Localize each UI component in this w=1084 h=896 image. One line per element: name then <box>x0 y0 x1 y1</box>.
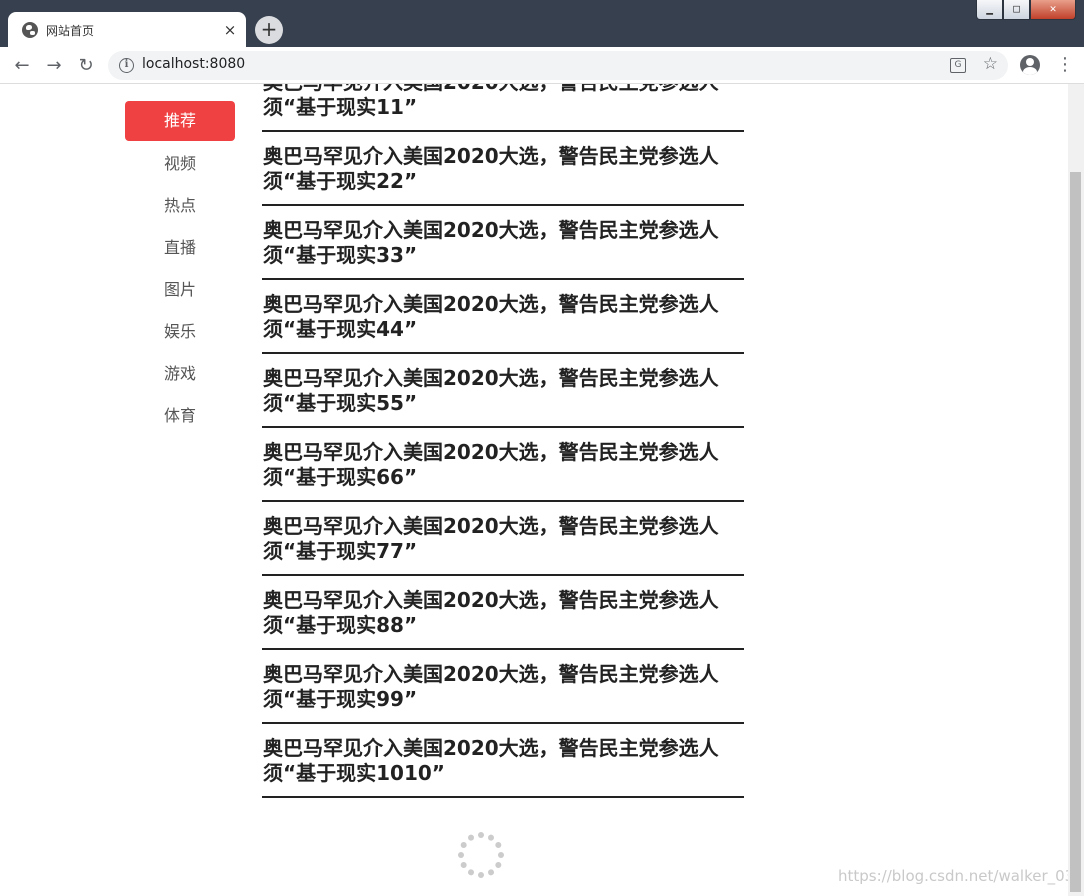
news-item[interactable]: 奥巴马罕见介入美国2020大选，警告民主党参选人须“基于现实55” <box>262 354 744 428</box>
news-item[interactable]: 奥巴马罕见介入美国2020大选，警告民主党参选人须“基于现实1010” <box>262 724 744 798</box>
news-item[interactable]: 奥巴马罕见介入美国2020大选，警告民主党参选人须“基于现实66” <box>262 428 744 502</box>
watermark-text: https://blog.csdn.net/walker_0312 <box>838 867 1068 885</box>
close-tab-icon[interactable]: × <box>218 21 242 39</box>
maximize-button[interactable]: □ <box>1003 0 1030 20</box>
news-headline[interactable]: 奥巴马罕见介入美国2020大选，警告民主党参选人须“基于现实11” <box>262 84 744 120</box>
browser-tab[interactable]: 网站首页 × <box>8 12 246 48</box>
address-bar[interactable]: i localhost:8080 G ☆ <box>108 51 1008 80</box>
nav-item-sports[interactable]: 体育 <box>125 395 235 437</box>
category-nav: 推荐 视频 热点 直播 图片 娱乐 游戏 体育 <box>125 101 235 437</box>
menu-icon[interactable]: ⋮ <box>1056 55 1074 75</box>
nav-item-pictures[interactable]: 图片 <box>125 269 235 311</box>
url-text[interactable]: localhost:8080 <box>142 56 245 72</box>
window-controls: ▁ □ ✕ <box>976 0 1076 20</box>
news-headline[interactable]: 奥巴马罕见介入美国2020大选，警告民主党参选人须“基于现实33” <box>262 218 744 268</box>
globe-icon <box>22 22 38 38</box>
news-headline[interactable]: 奥巴马罕见介入美国2020大选，警告民主党参选人须“基于现实99” <box>262 662 744 712</box>
news-feed: 奥巴马罕见介入美国2020大选，警告民主党参选人须“基于现实11” 奥巴马罕见介… <box>262 84 744 798</box>
back-icon[interactable]: ← <box>9 53 35 79</box>
news-headline[interactable]: 奥巴马罕见介入美国2020大选，警告民主党参选人须“基于现实66” <box>262 440 744 490</box>
nav-item-entertainment[interactable]: 娱乐 <box>125 311 235 353</box>
page-scrollbar[interactable] <box>1068 84 1084 896</box>
nav-item-live[interactable]: 直播 <box>125 227 235 269</box>
nav-item-hot[interactable]: 热点 <box>125 185 235 227</box>
news-item[interactable]: 奥巴马罕见介入美国2020大选，警告民主党参选人须“基于现实88” <box>262 576 744 650</box>
news-item[interactable]: 奥巴马罕见介入美国2020大选，警告民主党参选人须“基于现实22” <box>262 132 744 206</box>
account-icon[interactable] <box>1020 55 1040 75</box>
loading-spinner-icon <box>458 832 504 878</box>
info-icon[interactable]: i <box>119 58 134 73</box>
nav-item-video[interactable]: 视频 <box>125 143 235 185</box>
news-item[interactable]: 奥巴马罕见介入美国2020大选，警告民主党参选人须“基于现实44” <box>262 280 744 354</box>
tab-strip: 网站首页 × + ▁ □ ✕ <box>0 0 1084 48</box>
translate-icon[interactable]: G <box>950 58 966 73</box>
browser-window: 网站首页 × + ▁ □ ✕ ← → ↻ i localhost:8080 G … <box>0 0 1084 896</box>
new-tab-button[interactable]: + <box>255 16 283 44</box>
news-headline[interactable]: 奥巴马罕见介入美国2020大选，警告民主党参选人须“基于现实22” <box>262 144 744 194</box>
browser-toolbar: ← → ↻ i localhost:8080 G ☆ ⋮ <box>0 47 1084 84</box>
reload-icon[interactable]: ↻ <box>73 53 99 79</box>
tab-title: 网站首页 <box>46 23 95 38</box>
forward-icon[interactable]: → <box>41 53 67 79</box>
minimize-button[interactable]: ▁ <box>976 0 1003 20</box>
news-item[interactable]: 奥巴马罕见介入美国2020大选，警告民主党参选人须“基于现实33” <box>262 206 744 280</box>
bookmark-star-icon[interactable]: ☆ <box>983 54 998 74</box>
close-window-button[interactable]: ✕ <box>1030 0 1076 20</box>
scrollbar-thumb[interactable] <box>1070 172 1081 892</box>
page-viewport: 推荐 视频 热点 直播 图片 娱乐 游戏 体育 奥巴马罕见介入美国2020大选，… <box>0 84 1068 896</box>
news-headline[interactable]: 奥巴马罕见介入美国2020大选，警告民主党参选人须“基于现实77” <box>262 514 744 564</box>
news-headline[interactable]: 奥巴马罕见介入美国2020大选，警告民主党参选人须“基于现实44” <box>262 292 744 342</box>
nav-item-recommend[interactable]: 推荐 <box>125 101 235 141</box>
news-headline[interactable]: 奥巴马罕见介入美国2020大选，警告民主党参选人须“基于现实55” <box>262 366 744 416</box>
news-headline[interactable]: 奥巴马罕见介入美国2020大选，警告民主党参选人须“基于现实1010” <box>262 736 744 786</box>
news-item[interactable]: 奥巴马罕见介入美国2020大选，警告民主党参选人须“基于现实77” <box>262 502 744 576</box>
news-headline[interactable]: 奥巴马罕见介入美国2020大选，警告民主党参选人须“基于现实88” <box>262 588 744 638</box>
news-item[interactable]: 奥巴马罕见介入美国2020大选，警告民主党参选人须“基于现实99” <box>262 650 744 724</box>
nav-item-games[interactable]: 游戏 <box>125 353 235 395</box>
news-item[interactable]: 奥巴马罕见介入美国2020大选，警告民主党参选人须“基于现实11” <box>262 84 744 132</box>
